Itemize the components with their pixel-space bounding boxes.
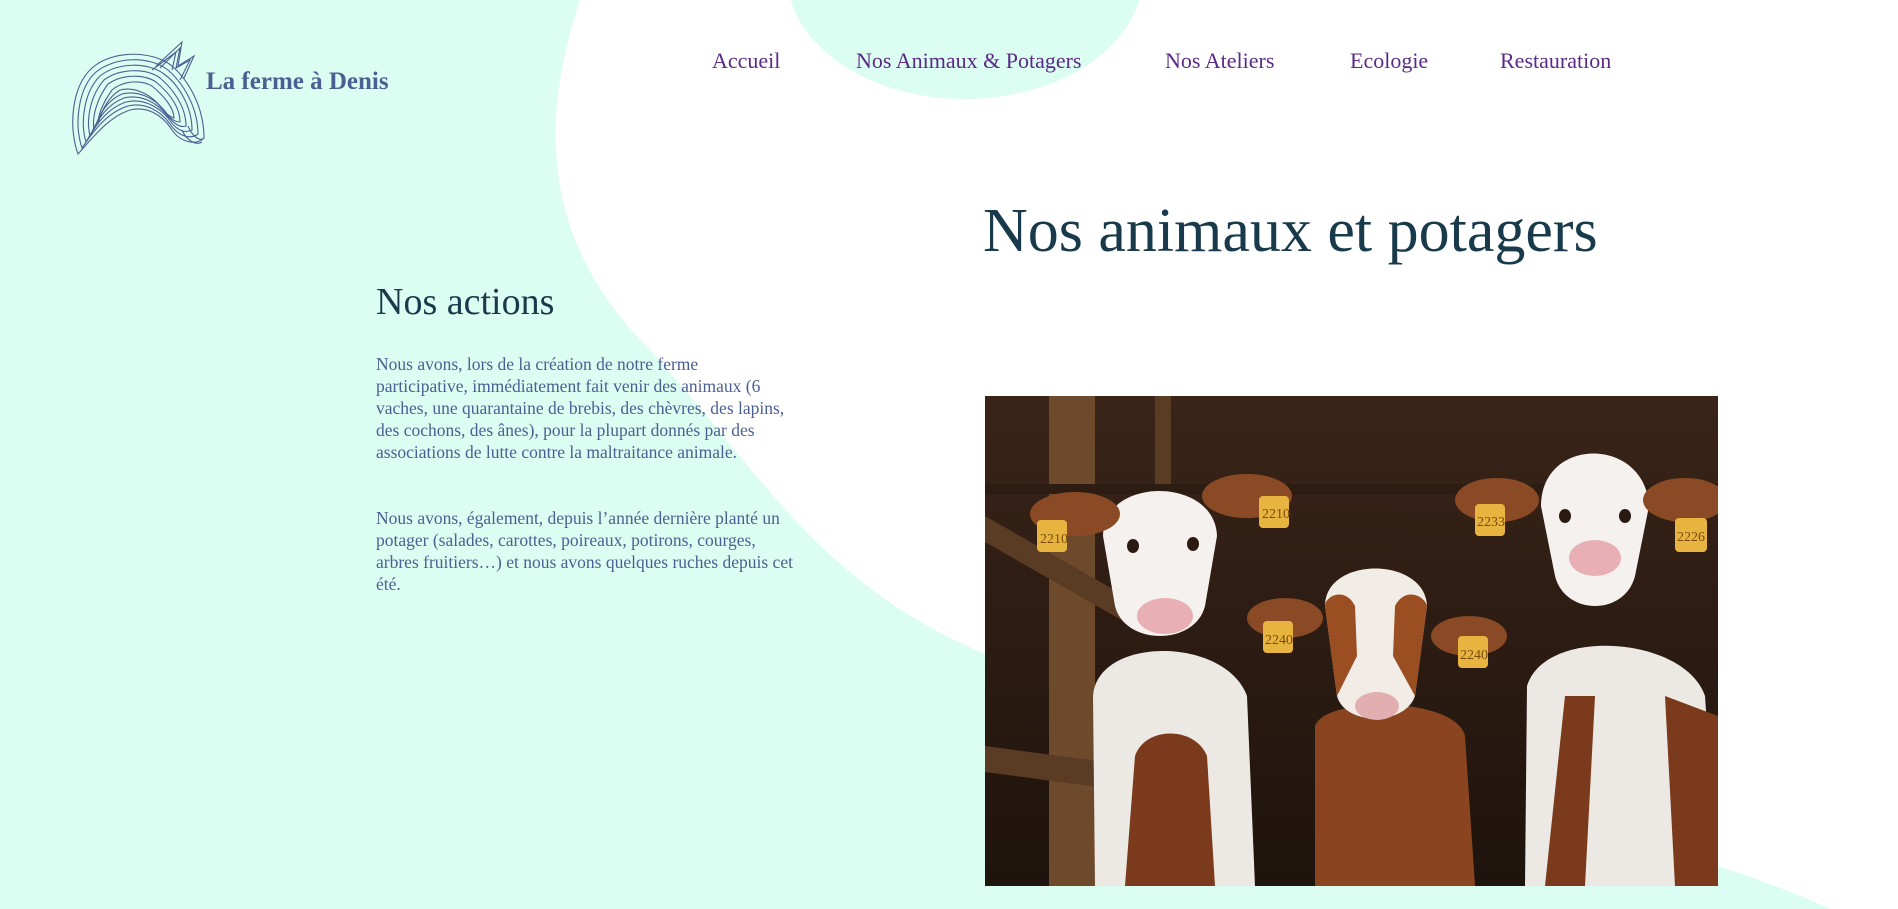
nav-item-ecologie[interactable]: Ecologie — [1350, 48, 1428, 74]
calf-left-nose — [1137, 598, 1193, 634]
wooden-beam — [1049, 396, 1095, 886]
actions-paragraph-1: Nous avons, lors de la création de notre… — [376, 354, 785, 462]
calves-photo: 2210 2210 2240 2240 2233 2226 — [985, 396, 1718, 886]
ear-tag-label: 2233 — [1477, 515, 1505, 530]
nav-item-ateliers[interactable]: Nos Ateliers — [1165, 48, 1274, 74]
calf-middle-body — [1315, 704, 1475, 886]
nav-item-animaux-potagers[interactable]: Nos Animaux & Potagers — [856, 48, 1082, 74]
main-nav: Accueil Nos Animaux & Potagers Nos Ateli… — [0, 48, 1898, 82]
ear-tag-label: 2240 — [1460, 648, 1488, 663]
horse-head-line-art-icon[interactable] — [64, 26, 212, 160]
nav-item-restauration[interactable]: Restauration — [1500, 48, 1611, 74]
ear-tag-label: 2210 — [1262, 507, 1290, 522]
ear-tag-label: 2210 — [1040, 532, 1068, 547]
ear-tag-label: 2240 — [1265, 633, 1293, 648]
actions-paragraph-2: Nous avons, également, depuis l’année de… — [376, 508, 793, 594]
site-header: La ferme à Denis Accueil Nos Animaux & P… — [0, 0, 1898, 170]
page-title: Nos animaux et potagers — [983, 197, 1598, 265]
ear-tag-label: 2226 — [1677, 530, 1705, 545]
nav-item-accueil[interactable]: Accueil — [712, 48, 780, 74]
actions-title: Nos actions — [376, 281, 555, 323]
calf-right-nose — [1569, 540, 1621, 576]
